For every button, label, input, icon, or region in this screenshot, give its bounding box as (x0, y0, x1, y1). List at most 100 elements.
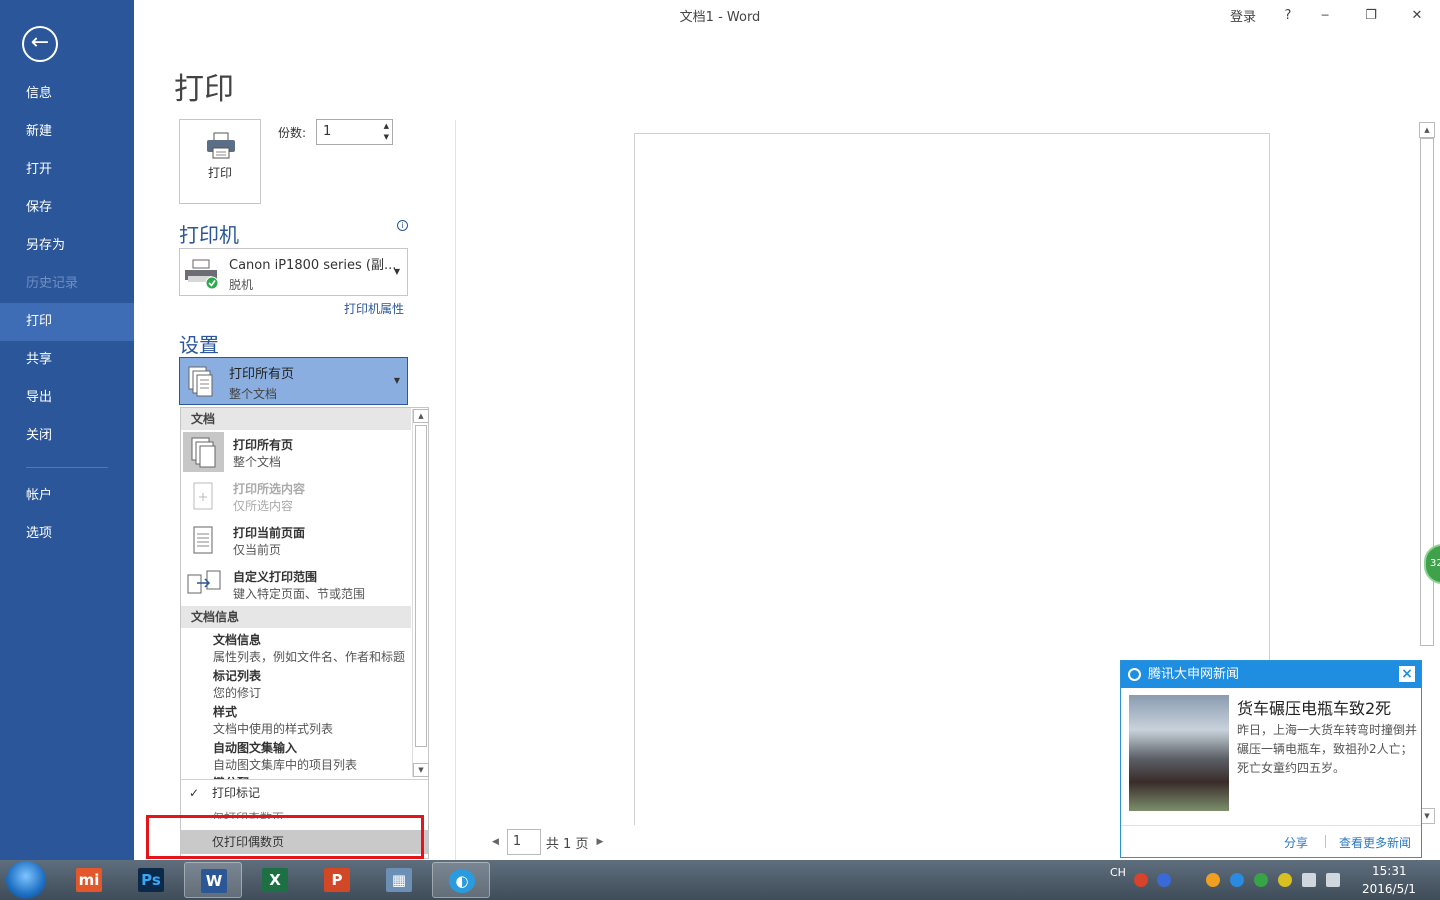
volume-icon[interactable] (1326, 873, 1340, 887)
menu-item-title[interactable]: 自动图文集输入 (213, 739, 297, 756)
printer-dropdown[interactable]: Canon iP1800 series (副... 脱机 ▼ (179, 248, 408, 296)
news-headline[interactable]: 货车碾压电瓶车致2死 (1237, 695, 1391, 719)
restore-button[interactable]: ❐ (1348, 8, 1394, 23)
checkmark-icon: ✓ (189, 786, 200, 800)
login-link[interactable]: 登录 (1212, 6, 1274, 25)
nav-open[interactable]: 打开 (0, 151, 134, 189)
menu-item-title[interactable]: 自定义打印范围 (233, 568, 317, 585)
menu-item-title[interactable]: 打印所有页 (233, 436, 293, 453)
copies-value[interactable]: 1 (323, 124, 331, 139)
news-thumbnail[interactable] (1129, 695, 1229, 811)
tray-app-icon[interactable] (1230, 873, 1244, 887)
pages-icon (191, 437, 216, 468)
start-button[interactable] (6, 861, 46, 899)
menu-item-title: 打印所选内容 (233, 482, 306, 496)
nav-close[interactable]: 关闭 (0, 417, 134, 455)
scroll-up-icon[interactable]: ▲ (1419, 122, 1435, 138)
nav-save[interactable]: 保存 (0, 189, 134, 227)
menu-item-subtitle: 自动图文集库中的项目列表 (213, 758, 358, 772)
help-tray-icon[interactable] (1157, 873, 1171, 887)
taskbar-app-calculator[interactable]: ▦ (370, 862, 428, 898)
taskbar-app-word[interactable]: W (184, 862, 242, 898)
option-print-markup[interactable]: ✓ 打印标记 (181, 781, 428, 805)
close-button[interactable]: ✕ (1394, 8, 1440, 23)
page-title: 打印 (174, 72, 234, 107)
taskbar-app-xiaomi[interactable]: mi (60, 862, 118, 898)
scroll-down-icon[interactable]: ▼ (413, 763, 429, 777)
scroll-up-icon[interactable]: ▲ (413, 409, 429, 423)
sogou-icon[interactable] (1134, 873, 1148, 887)
single-page-icon (193, 526, 213, 554)
news-share-link[interactable]: 分享 (1284, 834, 1308, 851)
printer-status-icon (185, 259, 219, 290)
settings-heading: 设置 (179, 333, 219, 357)
news-popup: 腾讯大申网新闻 × 货车碾压电瓶车致2死 昨日，上海一大货车转弯时撞倒并碾压一辆… (1120, 660, 1422, 858)
selection-page-icon (193, 482, 213, 510)
menu-item-subtitle: 键入特定页面、节或范围 (233, 587, 366, 601)
printer-heading: 打印机 (179, 223, 239, 247)
next-page-icon[interactable]: ▶ (596, 837, 603, 847)
print-range-dropdown[interactable]: 打印所有页 整个文档 ▼ (179, 357, 408, 405)
nav-history: 历史记录 (26, 276, 79, 291)
clock-date[interactable]: 2016/5/1 (1362, 882, 1416, 896)
security-shield-icon[interactable] (1254, 873, 1268, 887)
news-divider (1121, 825, 1421, 826)
network-icon[interactable] (1302, 873, 1316, 887)
calculator-icon: ▦ (386, 868, 412, 892)
nav-new[interactable]: 新建 (0, 113, 134, 151)
menu-item-all-pages-selected[interactable] (183, 432, 224, 472)
menu-divider (180, 779, 429, 780)
tencent-logo-icon (1128, 668, 1141, 681)
nav-print[interactable]: 打印 (0, 303, 134, 341)
nav-info[interactable]: 信息 (0, 75, 134, 113)
close-icon[interactable]: × (1399, 666, 1415, 682)
clock-time[interactable]: 15:31 (1372, 864, 1407, 878)
window-controls: 登录 ? ─ ❐ ✕ (1212, 0, 1440, 30)
taskbar-app-excel[interactable]: X (246, 862, 304, 898)
menu-item-title[interactable]: 样式 (213, 703, 237, 720)
input-language[interactable]: CH (1110, 866, 1126, 879)
copies-stepper[interactable]: 1 ▲ ▼ (316, 119, 393, 145)
info-icon[interactable]: i (397, 220, 408, 231)
news-more-link[interactable]: 查看更多新闻 (1339, 834, 1411, 851)
powerpoint-icon: P (324, 868, 350, 892)
nav-share[interactable]: 共享 (0, 341, 134, 379)
printer-name: Canon iP1800 series (副... (229, 258, 397, 273)
print-button[interactable]: 打印 (179, 119, 261, 204)
page-number-input[interactable]: 1 (506, 829, 541, 855)
help-button[interactable]: ? (1274, 8, 1302, 23)
nav-export[interactable]: 导出 (0, 379, 134, 417)
menu-scrollbar[interactable]: ▲ ▼ (412, 409, 429, 777)
prev-page-icon[interactable]: ◀ (492, 837, 499, 847)
menu-item-title[interactable]: 文档信息 (213, 631, 261, 648)
browser-icon: ◐ (449, 869, 475, 893)
printer-properties-link[interactable]: 打印机属性 (344, 300, 404, 317)
taskbar: mi Ps W X P ▦ ◐ (0, 860, 1440, 900)
menu-item-subtitle: 文档中使用的样式列表 (213, 722, 334, 736)
scroll-thumb[interactable] (415, 425, 427, 747)
taskbar-app-browser[interactable]: ◐ (432, 862, 490, 898)
minimize-button[interactable]: ─ (1302, 9, 1348, 22)
nav-account[interactable]: 帐户 (0, 477, 134, 515)
nav-options[interactable]: 选项 (0, 515, 134, 553)
xiaomi-icon: mi (76, 868, 102, 892)
taskbar-app-powerpoint[interactable]: P (308, 862, 366, 898)
back-arrow-icon[interactable]: ← (22, 26, 58, 62)
qq-icon[interactable] (1206, 873, 1220, 887)
menu-item-title[interactable]: 打印当前页面 (233, 524, 305, 541)
nav-save-as[interactable]: 另存为 (0, 227, 134, 265)
news-summary: 昨日，上海一大货车转弯时撞倒并碾压一辆电瓶车，致祖孙2人亡；死亡女童约四五岁。 (1237, 723, 1418, 775)
taskbar-app-photoshop[interactable]: Ps (122, 862, 180, 898)
dropdown-arrow-icon: ▼ (393, 267, 400, 276)
menu-item-title[interactable]: 标记列表 (213, 667, 261, 684)
stepper-up-icon[interactable]: ▲ (384, 122, 389, 130)
option-label: 打印标记 (212, 786, 261, 800)
stepper-down-icon[interactable]: ▼ (384, 133, 389, 141)
backstage-nav: ← 信息 新建 打开 保存 另存为 历史记录 打印 共享 导出 关闭 帐户 选项 (0, 0, 134, 860)
tray-plus-icon[interactable] (1278, 873, 1292, 887)
menu-item-subtitle: 整个文档 (233, 455, 282, 469)
menu-section-document: 文档 (181, 408, 411, 430)
print-range-subtitle: 整个文档 (229, 387, 278, 401)
news-link-separator (1325, 835, 1326, 848)
pages-icon (188, 366, 213, 397)
